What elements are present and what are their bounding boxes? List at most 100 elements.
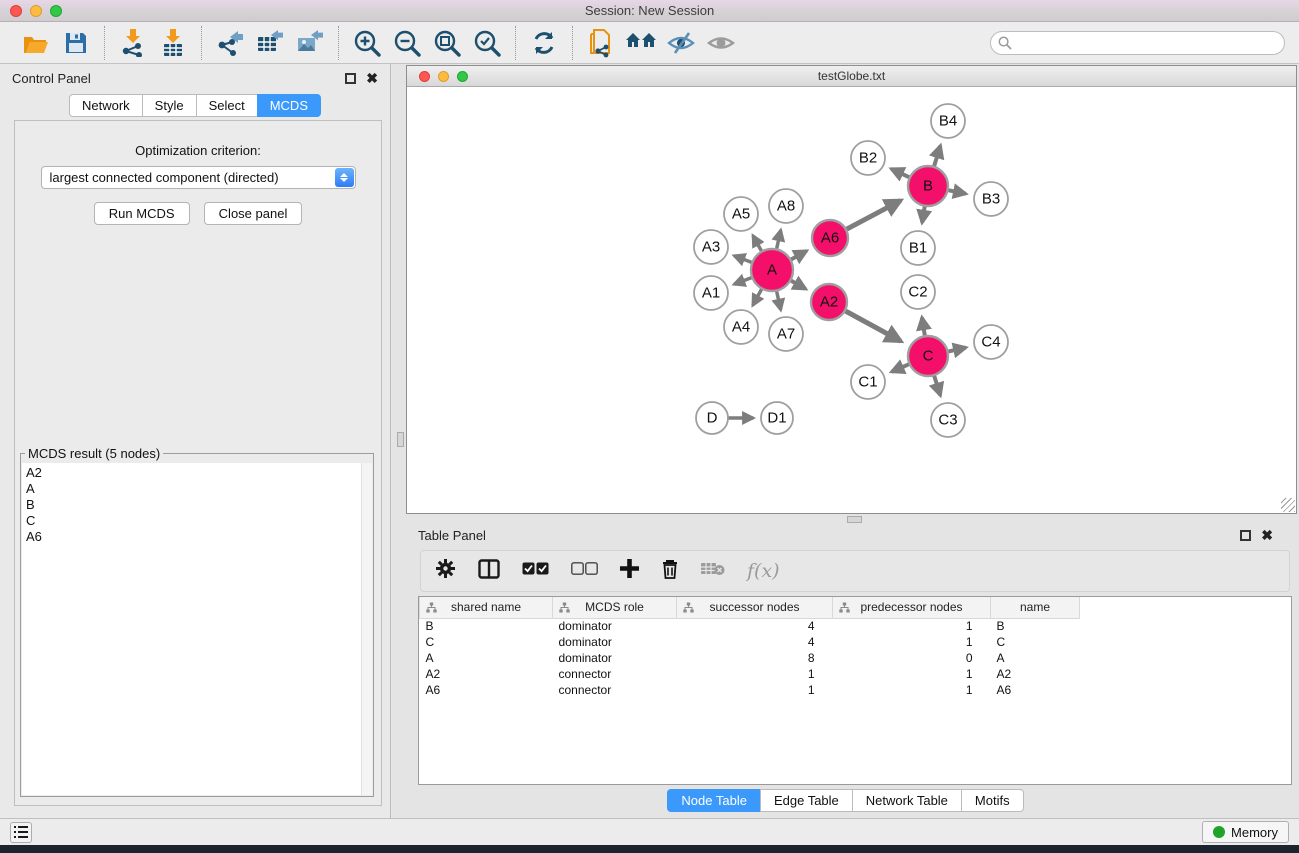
node-B2[interactable]: B2 bbox=[851, 141, 885, 175]
node-B1[interactable]: B1 bbox=[901, 231, 935, 265]
edge-C-C1[interactable] bbox=[892, 364, 910, 372]
delete-row-icon[interactable] bbox=[661, 559, 679, 584]
home-layout-icon[interactable] bbox=[624, 27, 658, 59]
mcds-result-list[interactable]: A2ABCA6 bbox=[22, 463, 372, 795]
column-header-predecessor-nodes[interactable]: predecessor nodes bbox=[833, 597, 991, 618]
edge-B-B1[interactable] bbox=[922, 206, 925, 223]
select-all-checkboxes-icon[interactable] bbox=[522, 562, 549, 580]
network-canvas[interactable]: B4B2BB3A5A8A6A3B1AA1C2A2A4A7C4CC1C3DD1 bbox=[407, 87, 1296, 513]
result-item[interactable]: A2 bbox=[26, 465, 372, 481]
table-row[interactable]: Adominator80A bbox=[420, 650, 1292, 666]
table-cell[interactable]: 1 bbox=[677, 666, 833, 682]
table-cell[interactable]: 4 bbox=[677, 618, 833, 634]
edge-A2-C[interactable] bbox=[845, 311, 901, 342]
edge-A-A8[interactable] bbox=[776, 230, 780, 249]
node-A4[interactable]: A4 bbox=[724, 310, 758, 344]
tab-motifs[interactable]: Motifs bbox=[961, 789, 1024, 812]
table-cell[interactable]: B bbox=[991, 618, 1080, 634]
close-panel-icon[interactable]: ✖ bbox=[366, 73, 378, 84]
table-cell[interactable]: A2 bbox=[420, 666, 553, 682]
table-cell[interactable]: connector bbox=[553, 682, 677, 698]
edge-A-A3[interactable] bbox=[734, 256, 752, 263]
table-cell[interactable]: 1 bbox=[833, 666, 991, 682]
table-cell[interactable]: C bbox=[991, 634, 1080, 650]
tab-edge-table[interactable]: Edge Table bbox=[760, 789, 852, 812]
column-header-name[interactable]: name bbox=[991, 597, 1080, 618]
table-cell[interactable]: A2 bbox=[991, 666, 1080, 682]
add-row-icon[interactable] bbox=[620, 559, 639, 583]
column-header-successor-nodes[interactable]: successor nodes bbox=[677, 597, 833, 618]
node-B[interactable]: B bbox=[908, 166, 948, 206]
save-session-icon[interactable] bbox=[59, 27, 93, 59]
edge-A-A6[interactable] bbox=[790, 251, 806, 260]
node-A2[interactable]: A2 bbox=[811, 284, 847, 320]
tab-node-table[interactable]: Node Table bbox=[667, 789, 760, 812]
node-A1[interactable]: A1 bbox=[694, 276, 728, 310]
new-network-from-selection-icon[interactable] bbox=[584, 27, 618, 59]
result-scrollbar[interactable] bbox=[361, 463, 372, 795]
criterion-dropdown[interactable]: largest connected component (directed) bbox=[41, 166, 356, 189]
node-table[interactable]: shared nameMCDS rolesuccessor nodesprede… bbox=[418, 596, 1292, 785]
tab-select[interactable]: Select bbox=[196, 94, 257, 117]
table-cell[interactable]: dominator bbox=[553, 634, 677, 650]
table-row[interactable]: Cdominator41C bbox=[420, 634, 1292, 650]
node-A[interactable]: A bbox=[751, 249, 793, 291]
table-cell[interactable]: 1 bbox=[833, 618, 991, 634]
show-panels-icon[interactable] bbox=[704, 27, 738, 59]
tab-network-table[interactable]: Network Table bbox=[852, 789, 961, 812]
table-row[interactable]: A2connector11A2 bbox=[420, 666, 1292, 682]
edge-C-C4[interactable] bbox=[948, 348, 966, 352]
table-cell[interactable]: 4 bbox=[677, 634, 833, 650]
refresh-icon[interactable] bbox=[527, 27, 561, 59]
node-C[interactable]: C bbox=[908, 336, 948, 376]
edge-B-B3[interactable] bbox=[948, 190, 966, 194]
edge-A-A7[interactable] bbox=[776, 291, 780, 310]
table-cell[interactable]: A bbox=[420, 650, 553, 666]
edge-C-C3[interactable] bbox=[934, 375, 940, 395]
edge-A-A4[interactable] bbox=[753, 288, 762, 305]
export-table-icon[interactable] bbox=[253, 27, 287, 59]
result-item[interactable]: A6 bbox=[26, 529, 372, 545]
edge-C-C2[interactable] bbox=[922, 317, 925, 336]
window-resize-grip[interactable] bbox=[1281, 498, 1295, 512]
node-C3[interactable]: C3 bbox=[931, 403, 965, 437]
open-session-icon[interactable] bbox=[19, 27, 53, 59]
table-cell[interactable]: C bbox=[420, 634, 553, 650]
edge-A-A5[interactable] bbox=[753, 236, 762, 252]
vertical-split-handle[interactable] bbox=[397, 432, 404, 447]
memory-button[interactable]: Memory bbox=[1202, 821, 1289, 843]
edge-B-B2[interactable] bbox=[891, 169, 909, 178]
tab-network[interactable]: Network bbox=[69, 94, 142, 117]
zoom-fit-icon[interactable] bbox=[430, 27, 464, 59]
hide-panels-icon[interactable] bbox=[664, 27, 698, 59]
table-cell[interactable]: A6 bbox=[420, 682, 553, 698]
network-window-titlebar[interactable]: testGlobe.txt bbox=[407, 66, 1296, 87]
table-settings-gear-icon[interactable] bbox=[435, 558, 456, 584]
zoom-out-icon[interactable] bbox=[390, 27, 424, 59]
table-cell[interactable]: dominator bbox=[553, 618, 677, 634]
zoom-window-button[interactable] bbox=[50, 5, 62, 17]
float-panel-icon[interactable] bbox=[345, 73, 356, 84]
table-cell[interactable]: 8 bbox=[677, 650, 833, 666]
node-A8[interactable]: A8 bbox=[769, 189, 803, 223]
minimize-window-button[interactable] bbox=[30, 5, 42, 17]
table-cell[interactable]: A6 bbox=[991, 682, 1080, 698]
result-item[interactable]: B bbox=[26, 497, 372, 513]
column-header-shared-name[interactable]: shared name bbox=[420, 597, 553, 618]
table-cell[interactable]: 1 bbox=[833, 634, 991, 650]
node-D[interactable]: D bbox=[696, 402, 728, 434]
table-cell[interactable]: B bbox=[420, 618, 553, 634]
node-C2[interactable]: C2 bbox=[901, 275, 935, 309]
column-header-MCDS-role[interactable]: MCDS role bbox=[553, 597, 677, 618]
edge-B-B4[interactable] bbox=[934, 146, 941, 167]
table-cell[interactable]: 0 bbox=[833, 650, 991, 666]
close-table-panel-icon[interactable]: ✖ bbox=[1261, 530, 1273, 541]
table-row[interactable]: A6connector11A6 bbox=[420, 682, 1292, 698]
table-row[interactable]: Bdominator41B bbox=[420, 618, 1292, 634]
network-view-window[interactable]: testGlobe.txt B4B2BB3A5A8A6A3B1AA1C2A2A4… bbox=[406, 65, 1297, 514]
import-network-icon[interactable] bbox=[116, 27, 150, 59]
zoom-selected-icon[interactable] bbox=[470, 27, 504, 59]
node-A7[interactable]: A7 bbox=[769, 317, 803, 351]
network-minimize-button[interactable] bbox=[438, 71, 449, 82]
node-C1[interactable]: C1 bbox=[851, 365, 885, 399]
